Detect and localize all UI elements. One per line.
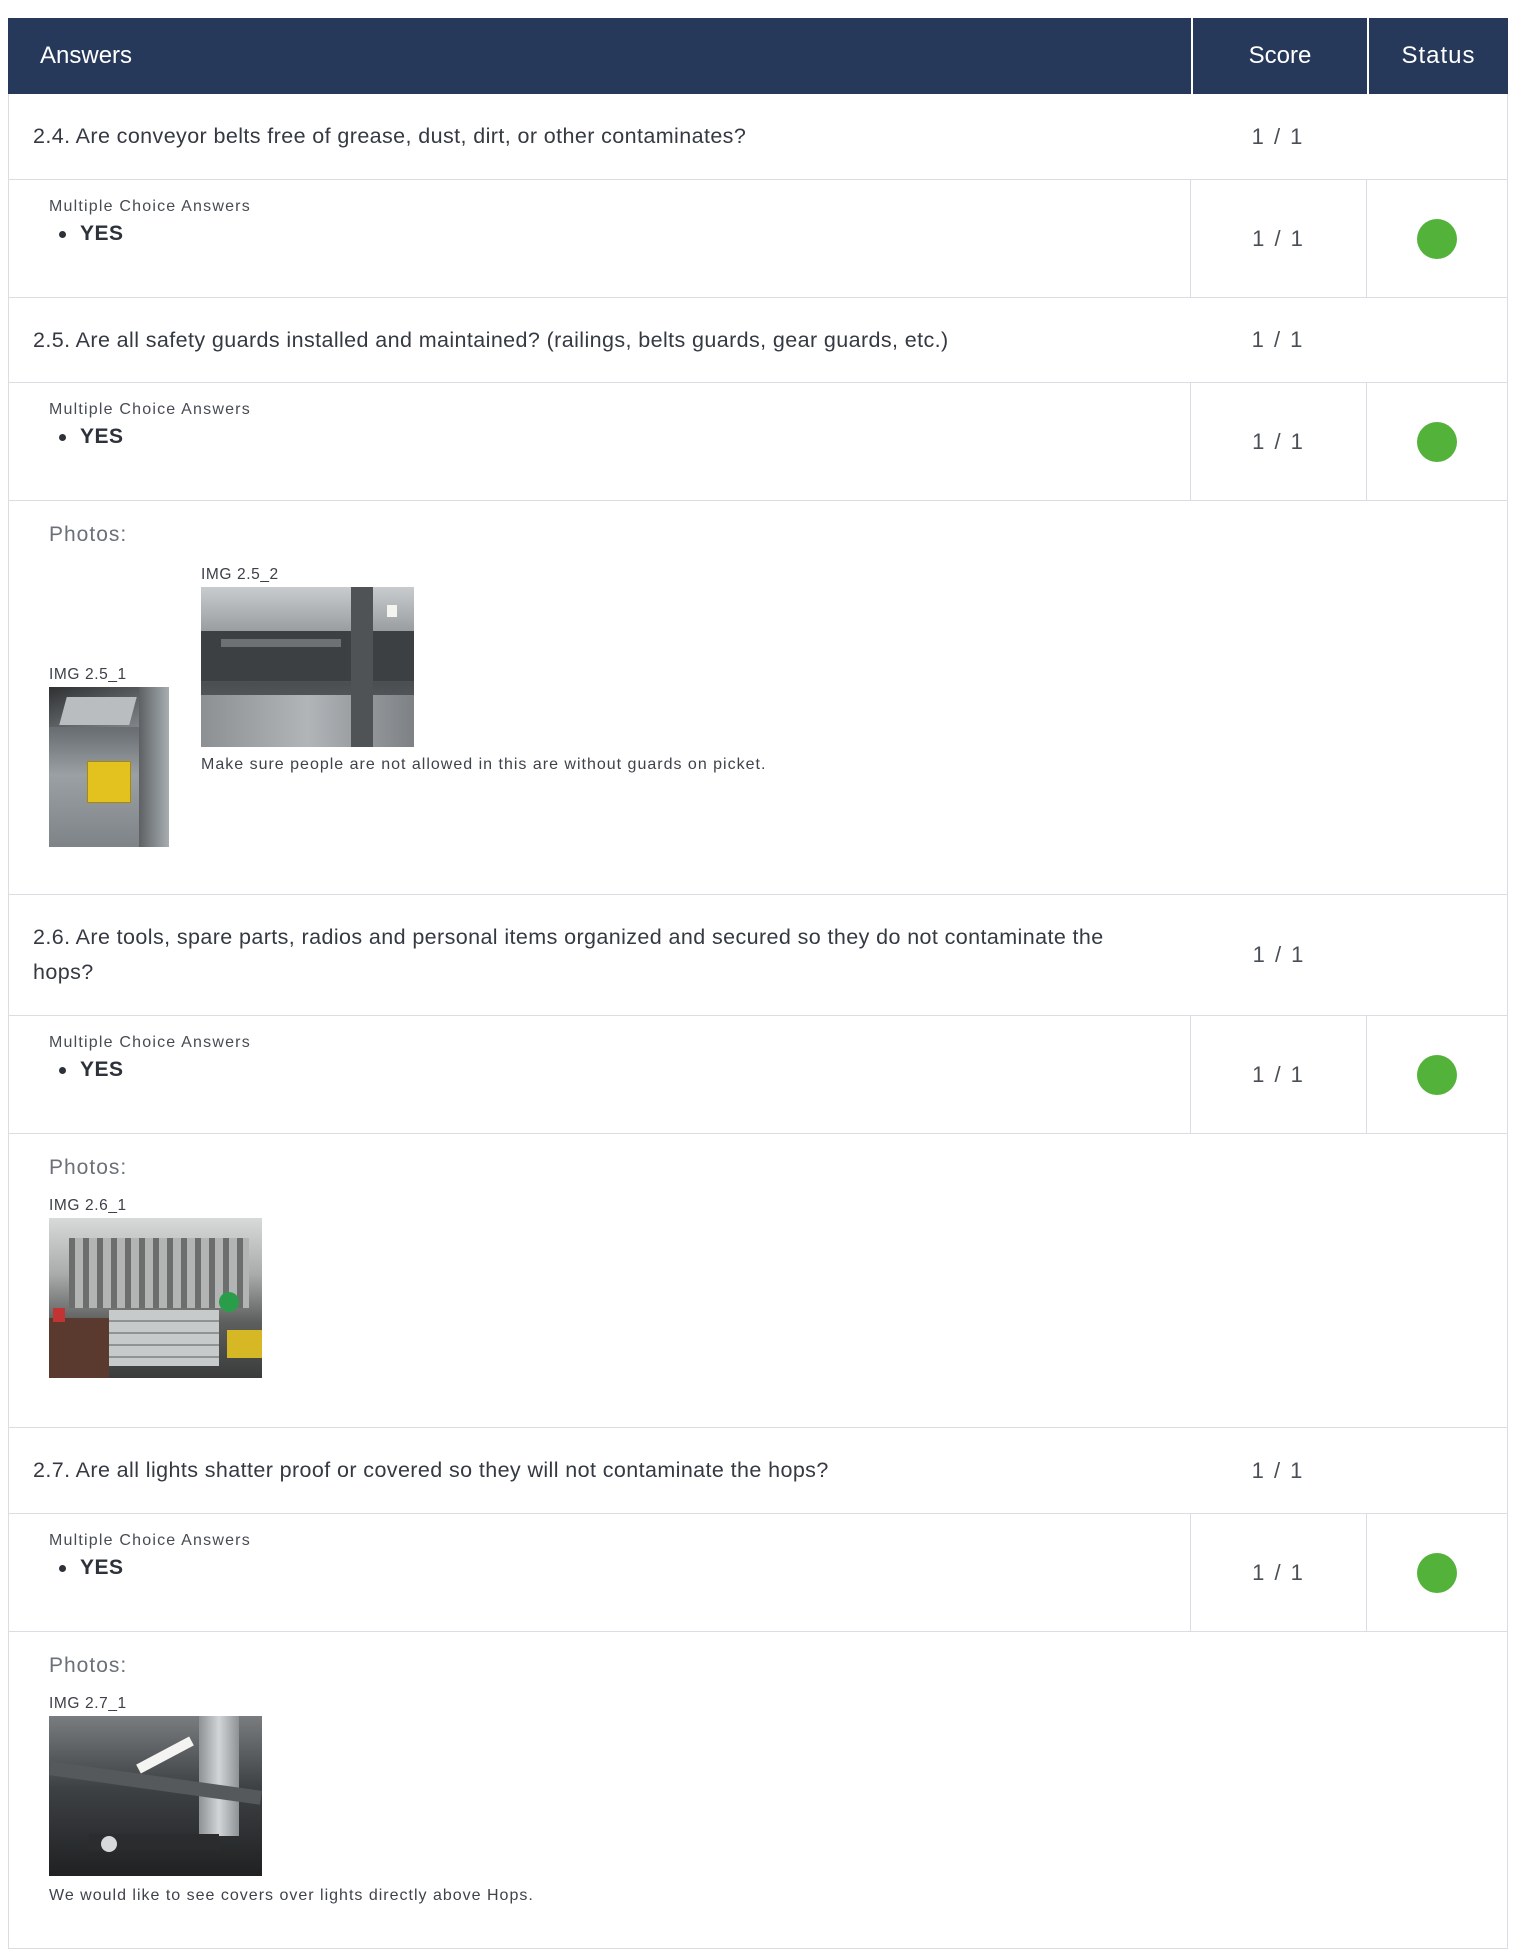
question-text: 2.5. Are all safety guards installed and…: [33, 327, 949, 352]
question-score: 1 / 1: [1252, 942, 1306, 967]
answer-row-2-4: Multiple Choice Answers YES 1 / 1: [8, 180, 1508, 298]
photos-section-2-6: Photos: IMG 2.6_1: [8, 1134, 1508, 1428]
answer-row-2-7: Multiple Choice Answers YES 1 / 1: [8, 1514, 1508, 1632]
answer-row-2-6: Multiple Choice Answers YES 1 / 1: [8, 1016, 1508, 1134]
photo-caption: IMG 2.5_2: [201, 566, 279, 583]
question-score: 1 / 1: [1251, 123, 1305, 149]
photo-caption: IMG 2.6_1: [49, 1197, 127, 1214]
inspection-report-table: Answers Score Status 2.4. Are conveyor b…: [8, 18, 1508, 1949]
header-score: Score: [1191, 18, 1367, 94]
answer-value: YES: [80, 1058, 124, 1081]
photos-label: Photos:: [49, 1156, 128, 1179]
photo-caption: IMG 2.7_1: [49, 1695, 127, 1712]
answer-score: 1 / 1: [1190, 1514, 1366, 1631]
question-row-2-7: 2.7. Are all lights shatter proof or cov…: [8, 1428, 1508, 1514]
question-row-2-6: 2.6. Are tools, spare parts, radios and …: [8, 895, 1508, 1016]
status-pass-icon: [1417, 421, 1457, 462]
answer-label: Multiple Choice Answers: [49, 1532, 251, 1549]
answer-label: Multiple Choice Answers: [49, 1034, 251, 1051]
question-text: 2.7. Are all lights shatter proof or cov…: [33, 1458, 829, 1482]
question-score: 1 / 1: [1251, 327, 1305, 352]
photo-thumbnail[interactable]: IMG 2.7_1: [49, 1694, 262, 1876]
question-score: 1 / 1: [1251, 1457, 1305, 1483]
answer-label: Multiple Choice Answers: [49, 401, 251, 418]
photo-image: [49, 1218, 262, 1378]
photo-image: [49, 1716, 262, 1876]
answer-label: Multiple Choice Answers: [49, 198, 251, 215]
bullet-icon: [59, 433, 66, 441]
status-pass-icon: [1417, 1552, 1457, 1593]
photo-thumbnail[interactable]: IMG 2.5_2: [201, 565, 414, 747]
bullet-icon: [59, 1564, 66, 1572]
photo-thumbnail[interactable]: IMG 2.5_1: [49, 665, 169, 847]
header-answers: Answers: [40, 42, 133, 69]
question-text: 2.6. Are tools, spare parts, radios and …: [33, 925, 1104, 984]
photo-thumbnail[interactable]: IMG 2.6_1: [49, 1196, 262, 1378]
question-row-2-5: 2.5. Are all safety guards installed and…: [8, 298, 1508, 383]
answer-score: 1 / 1: [1190, 180, 1366, 297]
question-row-2-4: 2.4. Are conveyor belts free of grease, …: [8, 94, 1508, 180]
answer-value: YES: [80, 222, 124, 245]
photos-label: Photos:: [49, 1654, 128, 1677]
photo-note: Make sure people are not allowed in this…: [201, 756, 767, 773]
table-header: Answers Score Status: [8, 18, 1508, 94]
photos-label: Photos:: [49, 523, 128, 546]
photo-caption: IMG 2.5_1: [49, 666, 127, 683]
answer-score: 1 / 1: [1190, 1016, 1366, 1133]
answer-value: YES: [80, 1556, 124, 1579]
photo-note: We would like to see covers over lights …: [49, 1887, 534, 1904]
photo-image: [49, 687, 169, 847]
bullet-icon: [59, 230, 66, 238]
header-status: Status: [1367, 18, 1508, 94]
bullet-icon: [59, 1066, 66, 1074]
status-pass-icon: [1417, 218, 1457, 259]
answer-row-2-5: Multiple Choice Answers YES 1 / 1: [8, 383, 1508, 501]
answer-score: 1 / 1: [1190, 383, 1366, 500]
photos-section-2-5: Photos: IMG 2.5_1 IMG 2.5_2 Make sure pe…: [8, 501, 1508, 895]
answer-value: YES: [80, 425, 124, 448]
photo-image: [201, 587, 414, 747]
photos-section-2-7: Photos: IMG 2.7_1 We would like to see c…: [8, 1632, 1508, 1949]
question-text: 2.4. Are conveyor belts free of grease, …: [33, 124, 747, 148]
status-pass-icon: [1417, 1054, 1457, 1095]
